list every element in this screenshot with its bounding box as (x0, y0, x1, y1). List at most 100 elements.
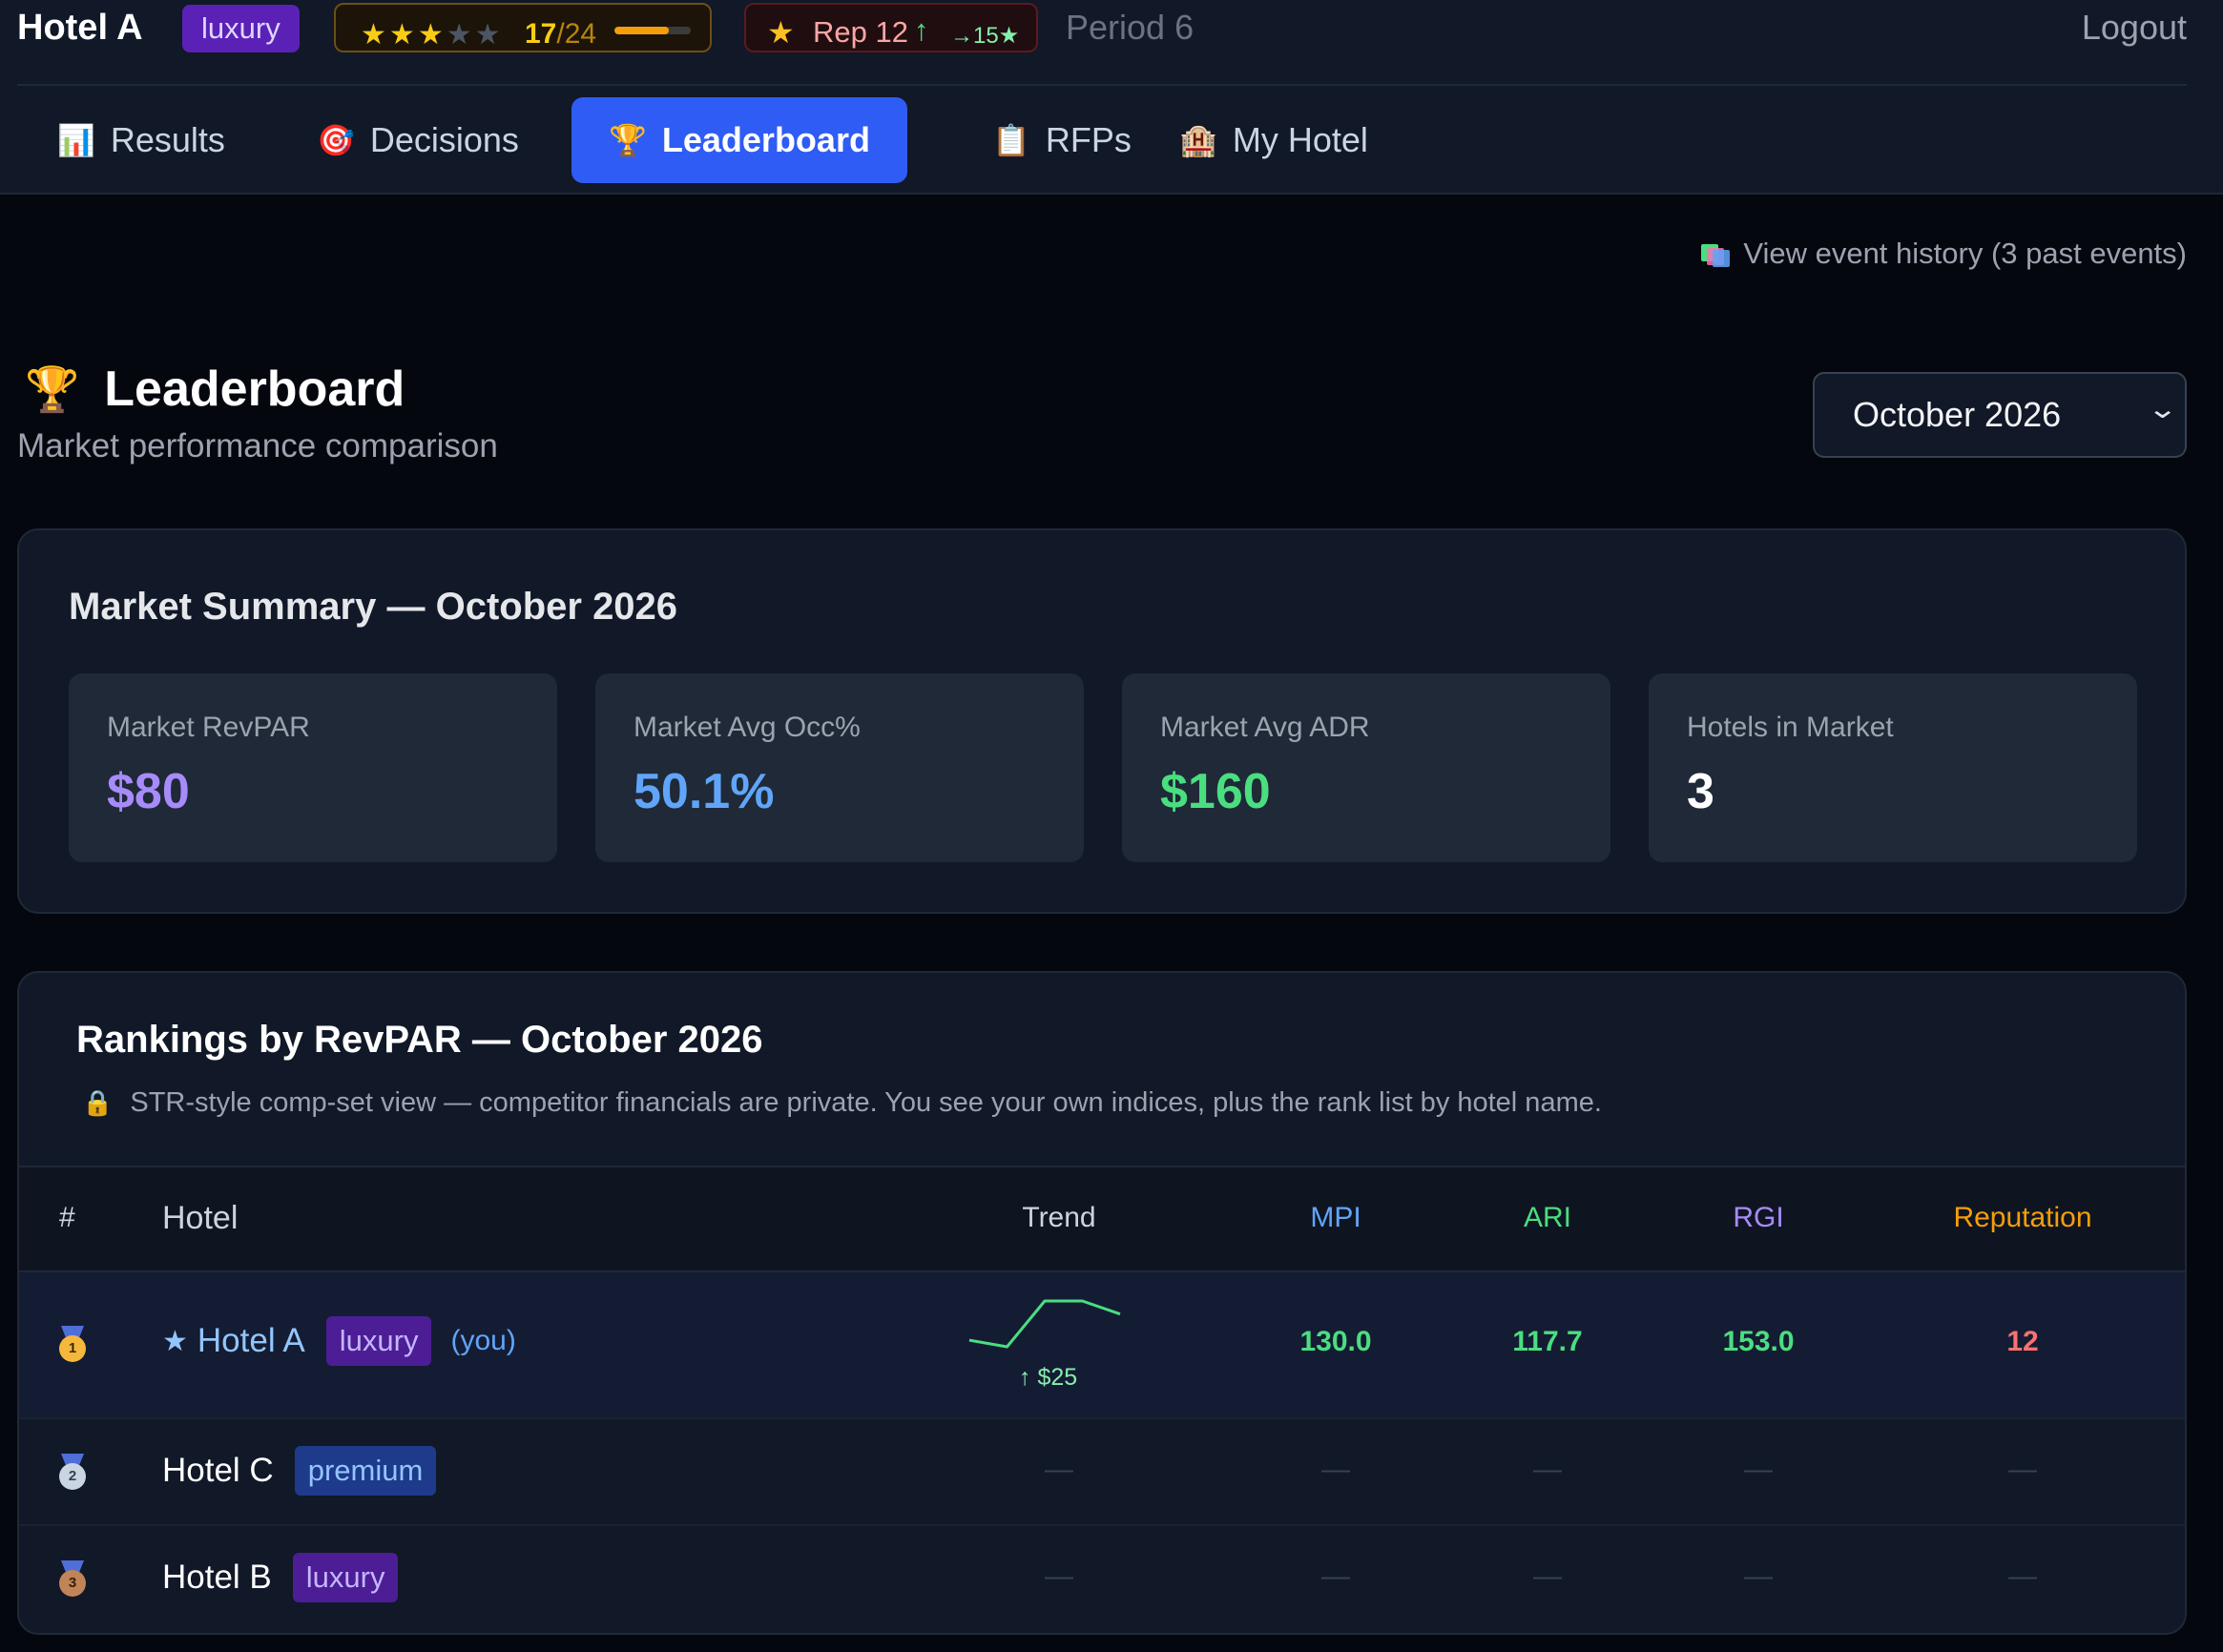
lock-icon: 🔒 (82, 1088, 114, 1117)
page-title-text: Leaderboard (104, 361, 405, 417)
event-history-label: View event history (3 past events) (1743, 237, 2187, 270)
col-mpi: MPI (1310, 1202, 1361, 1233)
tab-label: My Hotel (1232, 120, 1368, 159)
hotel-icon: 🏨 (1179, 123, 1217, 157)
star-empty-icon: ★ (446, 19, 475, 51)
metric-hotels-in-market: Hotels in Market 3 (1649, 673, 2137, 862)
market-summary-card: Market Summary — October 2026 Market Rev… (17, 528, 2187, 914)
reputation-badge: ★ Rep 12 ↑ →15★ (744, 3, 1038, 52)
table-row[interactable]: 2 Hotel C premium — — — — — (19, 1419, 2185, 1526)
col-trend: Trend (1022, 1202, 1096, 1233)
star-score-max: /24 (556, 18, 597, 50)
reputation-value: — (2008, 1560, 2037, 1592)
mpi-value: — (1321, 1560, 1350, 1592)
hotel-name: Hotel B (162, 1559, 272, 1596)
tab-label: RFPs (1045, 120, 1132, 159)
bar-chart-icon: 📊 (57, 123, 95, 157)
rankings-title: Rankings by RevPAR — October 2026 (76, 1019, 763, 1061)
reputation-value: 12 (2006, 1326, 2039, 1357)
hotel-name-cell: Hotel C premium (162, 1446, 437, 1496)
period-indicator: Period 6 (1066, 8, 1195, 47)
mpi-value: 130.0 (1299, 1326, 1372, 1357)
hotel-name-cell: Hotel B luxury (162, 1553, 399, 1602)
col-hotel: Hotel (162, 1200, 239, 1236)
star-score-value: 17 (525, 18, 557, 50)
tab-leaderboard[interactable]: 🏆 Leaderboard (571, 97, 907, 183)
ari-value: 117.7 (1512, 1326, 1583, 1357)
col-rgi: RGI (1733, 1202, 1784, 1233)
metric-label: Market Avg ADR (1160, 712, 1370, 743)
star-icon: ★ (417, 19, 447, 51)
month-select[interactable]: October 2026 ⌄ (1813, 372, 2187, 458)
reputation-label: Rep 12 (813, 15, 908, 49)
metric-label: Hotels in Market (1687, 712, 1894, 743)
market-summary-title: Market Summary — October 2026 (69, 586, 678, 628)
logout-button[interactable]: Logout (2082, 8, 2187, 48)
tab-my-hotel[interactable]: 🏨 My Hotel (1174, 97, 1427, 183)
silver-medal-icon: 2 (55, 1454, 90, 1496)
tab-label: Results (110, 120, 225, 159)
star-icon: ★ (388, 19, 418, 51)
rgi-value: — (1744, 1560, 1773, 1592)
medal-coin: 3 (59, 1570, 86, 1597)
star-score: 17/24 (525, 10, 596, 58)
table-row[interactable]: 3 Hotel B luxury — — — — — (19, 1526, 2185, 1633)
clipboard-icon: 📋 (992, 123, 1030, 157)
header-divider (17, 84, 2187, 86)
metric-market-avg-occ: Market Avg Occ% 50.1% (595, 673, 1084, 862)
metric-label: Market RevPAR (107, 712, 310, 743)
you-label: (you) (450, 1325, 516, 1356)
tab-label: Decisions (369, 120, 519, 159)
event-history-icon (1701, 242, 1731, 267)
col-rank: # (59, 1202, 75, 1233)
trend-value: — (1045, 1454, 1073, 1485)
sparkline-chart (968, 1299, 1121, 1349)
reputation-target: →15★ (950, 23, 1020, 49)
trend-value: — (1045, 1560, 1073, 1592)
star-progress-fill (614, 27, 669, 34)
metric-market-avg-adr: Market Avg ADR $160 (1122, 673, 1610, 862)
tab-decisions[interactable]: 🎯 Decisions (286, 97, 603, 183)
tier-badge: luxury (292, 1553, 399, 1602)
month-select-value: October 2026 (1853, 395, 2062, 434)
tab-rfps[interactable]: 📋 RFPs (954, 97, 1174, 183)
hotel-name: Hotel C (162, 1452, 274, 1489)
metric-market-revpar: Market RevPAR $80 (69, 673, 557, 862)
metric-value: $160 (1160, 764, 1271, 819)
reputation-value: — (2008, 1454, 2037, 1485)
gold-medal-icon: 1 (55, 1326, 90, 1368)
metric-label: Market Avg Occ% (634, 712, 861, 743)
event-history-link[interactable]: View event history (3 past events) (1701, 237, 2187, 271)
hotel-name-cell: ★ Hotel A luxury (you) (162, 1316, 516, 1366)
star-rating-icons: ★★★★★ (361, 11, 504, 59)
reputation-star-icon: ★ (767, 15, 795, 50)
col-ari: ARI (1523, 1202, 1571, 1233)
rgi-value: — (1744, 1454, 1773, 1485)
star-progress-bar (614, 27, 691, 34)
tab-label: Leaderboard (661, 120, 870, 159)
ari-value: — (1533, 1454, 1562, 1485)
sparkline-line (968, 1299, 1121, 1349)
tier-badge: luxury (325, 1316, 432, 1366)
rgi-value: 153.0 (1722, 1326, 1795, 1357)
page-title: 🏆 Leaderboard (25, 361, 405, 418)
hotel-tier-badge: luxury (182, 5, 300, 52)
rankings-table-header: # Hotel Trend MPI ARI RGI Reputation (19, 1166, 2185, 1272)
trophy-icon: 🏆 (609, 123, 647, 157)
page-subtitle: Market performance comparison (17, 427, 498, 465)
chevron-down-icon: ⌄ (2146, 394, 2178, 423)
medal-coin: 1 (59, 1335, 86, 1362)
star-empty-icon: ★ (474, 19, 504, 51)
metric-value: 3 (1687, 764, 1714, 819)
trophy-icon: 🏆 (25, 363, 80, 414)
top-bar: Hotel A luxury ★★★★★ 17/24 ★ Rep 12 ↑ →1… (0, 0, 2223, 195)
trend-label: ↑ $25 (1019, 1364, 1078, 1391)
tab-results[interactable]: 📊 Results (29, 97, 269, 183)
metric-value: 50.1% (634, 764, 775, 819)
trend-sparkline: ↑ $25 (964, 1295, 1154, 1391)
star-rating-progress: ★★★★★ 17/24 (334, 3, 712, 52)
rankings-card: Rankings by RevPAR — October 2026 🔒 STR-… (17, 971, 2187, 1635)
star-icon: ★ (361, 19, 389, 51)
table-row[interactable]: 1 ★ Hotel A luxury (you) ↑ $25 130.0 117… (19, 1272, 2185, 1419)
target-icon: 🎯 (317, 123, 355, 157)
